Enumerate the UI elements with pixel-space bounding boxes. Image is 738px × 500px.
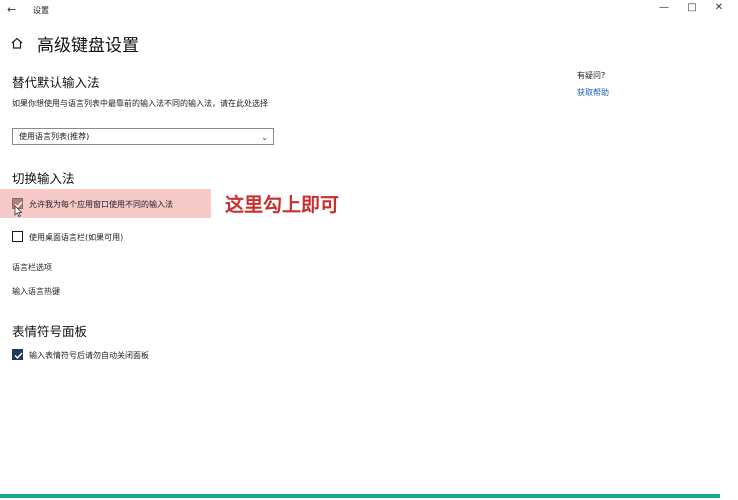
maximize-icon[interactable]: □ bbox=[682, 2, 702, 13]
arrow-left-icon[interactable]: ← bbox=[7, 3, 16, 16]
chevron-down-icon: ⌄ bbox=[261, 133, 268, 142]
emoji-panel-label: 输入表情符号后请勿自动关闭面板 bbox=[29, 351, 149, 360]
taskbar-accent-strip bbox=[0, 494, 720, 498]
window-title: 设置 bbox=[33, 6, 49, 15]
mouse-cursor-icon bbox=[14, 205, 23, 217]
side-question: 有疑问? bbox=[577, 71, 606, 80]
minimize-icon[interactable]: — bbox=[654, 2, 674, 13]
title-bar: ← 设置 — □ ✕ bbox=[0, 0, 738, 20]
desktop-language-bar-label: 使用桌面语言栏(如果可用) bbox=[29, 233, 124, 242]
input-language-hotkeys-link[interactable]: 输入语言热键 bbox=[12, 286, 60, 297]
annotation-text: 这里勾上即可 bbox=[225, 194, 340, 216]
per-app-input-label: 允许我为每个应用窗口使用不同的输入法 bbox=[29, 200, 173, 209]
page-title: 高级键盘设置 bbox=[37, 36, 139, 56]
close-icon[interactable]: ✕ bbox=[709, 2, 729, 13]
desktop-language-bar-checkbox[interactable] bbox=[12, 231, 23, 242]
input-method-dropdown[interactable]: 使用语言列表(推荐) ⌄ bbox=[12, 128, 274, 145]
dropdown-value: 使用语言列表(推荐) bbox=[19, 132, 90, 141]
emoji-heading: 表情符号面板 bbox=[12, 324, 88, 339]
switch-heading: 切换输入法 bbox=[12, 171, 75, 186]
language-bar-options-link[interactable]: 语言栏选项 bbox=[12, 262, 52, 273]
override-heading: 替代默认输入法 bbox=[12, 75, 100, 90]
home-icon[interactable] bbox=[10, 36, 24, 50]
get-help-link[interactable]: 获取帮助 bbox=[577, 87, 609, 98]
emoji-panel-checkbox[interactable] bbox=[12, 349, 23, 360]
override-description: 如果你想使用与语言列表中最靠前的输入法不同的输入法，请在此处选择 bbox=[12, 99, 268, 108]
